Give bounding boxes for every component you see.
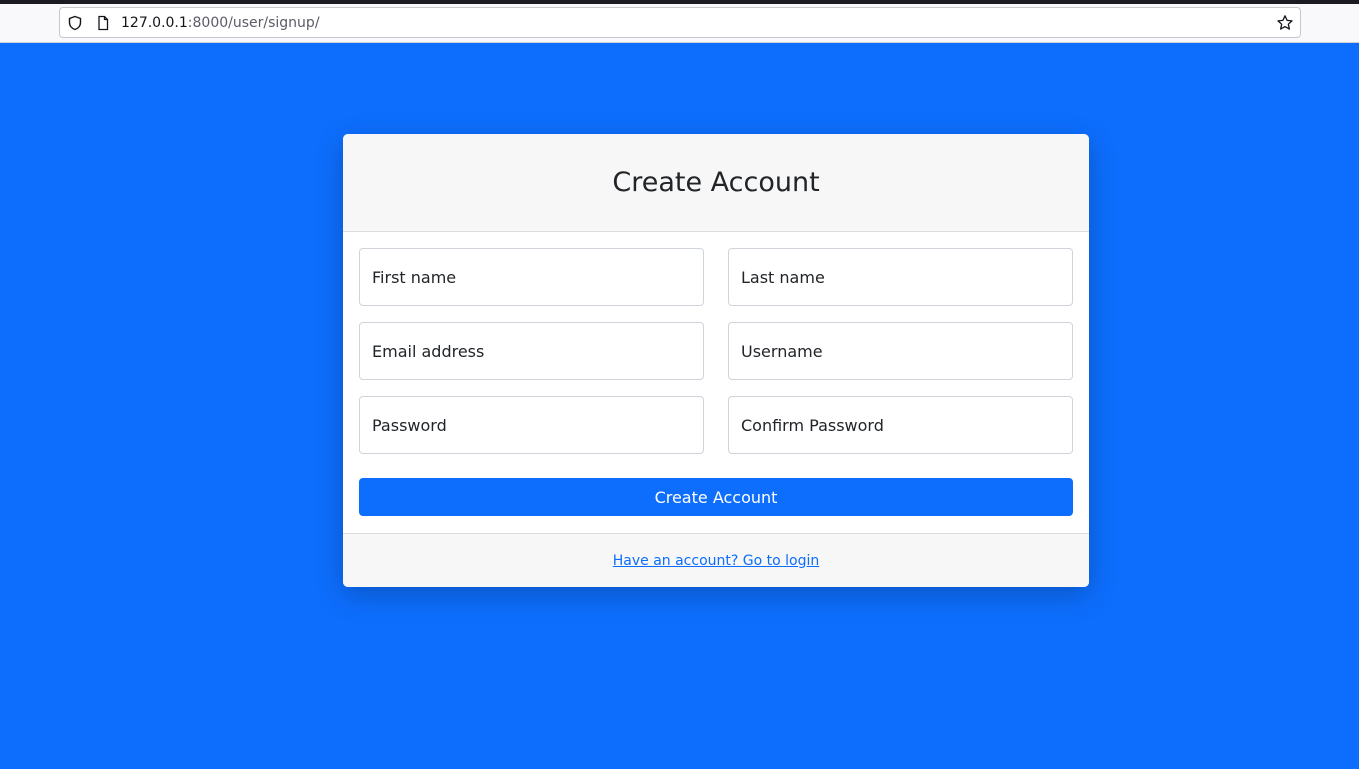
url-path: :8000/user/signup/ [187, 15, 320, 31]
password-field[interactable]: Password [359, 396, 704, 454]
url-text[interactable]: 127.0.0.1:8000/user/signup/ [121, 15, 320, 31]
signup-card: Create Account First name Last name Emai… [343, 134, 1089, 587]
username-label: Username [741, 341, 823, 361]
last-name-label: Last name [741, 267, 825, 287]
last-name-field[interactable]: Last name [728, 248, 1073, 306]
url-bar[interactable]: 127.0.0.1:8000/user/signup/ [59, 7, 1301, 38]
card-footer: Have an account? Go to login [343, 533, 1089, 587]
browser-toolbar: 127.0.0.1:8000/user/signup/ [0, 0, 1359, 43]
page-icon[interactable] [95, 15, 111, 31]
username-field[interactable]: Username [728, 322, 1073, 380]
first-name-field[interactable]: First name [359, 248, 704, 306]
create-account-button[interactable]: Create Account [359, 478, 1073, 516]
url-host: 127.0.0.1 [121, 15, 188, 31]
star-icon[interactable] [1276, 14, 1294, 32]
confirm-password-label: Confirm Password [741, 415, 884, 435]
shield-icon[interactable] [67, 15, 83, 31]
first-name-label: First name [372, 267, 457, 287]
page-title: Create Account [612, 167, 820, 198]
card-header: Create Account [343, 134, 1089, 232]
email-label: Email address [372, 341, 485, 361]
page-background: Create Account First name Last name Emai… [0, 43, 1359, 769]
login-link[interactable]: Have an account? Go to login [613, 553, 820, 569]
signup-form: First name Last name Email address Usern… [343, 232, 1089, 533]
email-field[interactable]: Email address [359, 322, 704, 380]
password-label: Password [372, 415, 447, 435]
confirm-password-field[interactable]: Confirm Password [728, 396, 1073, 454]
